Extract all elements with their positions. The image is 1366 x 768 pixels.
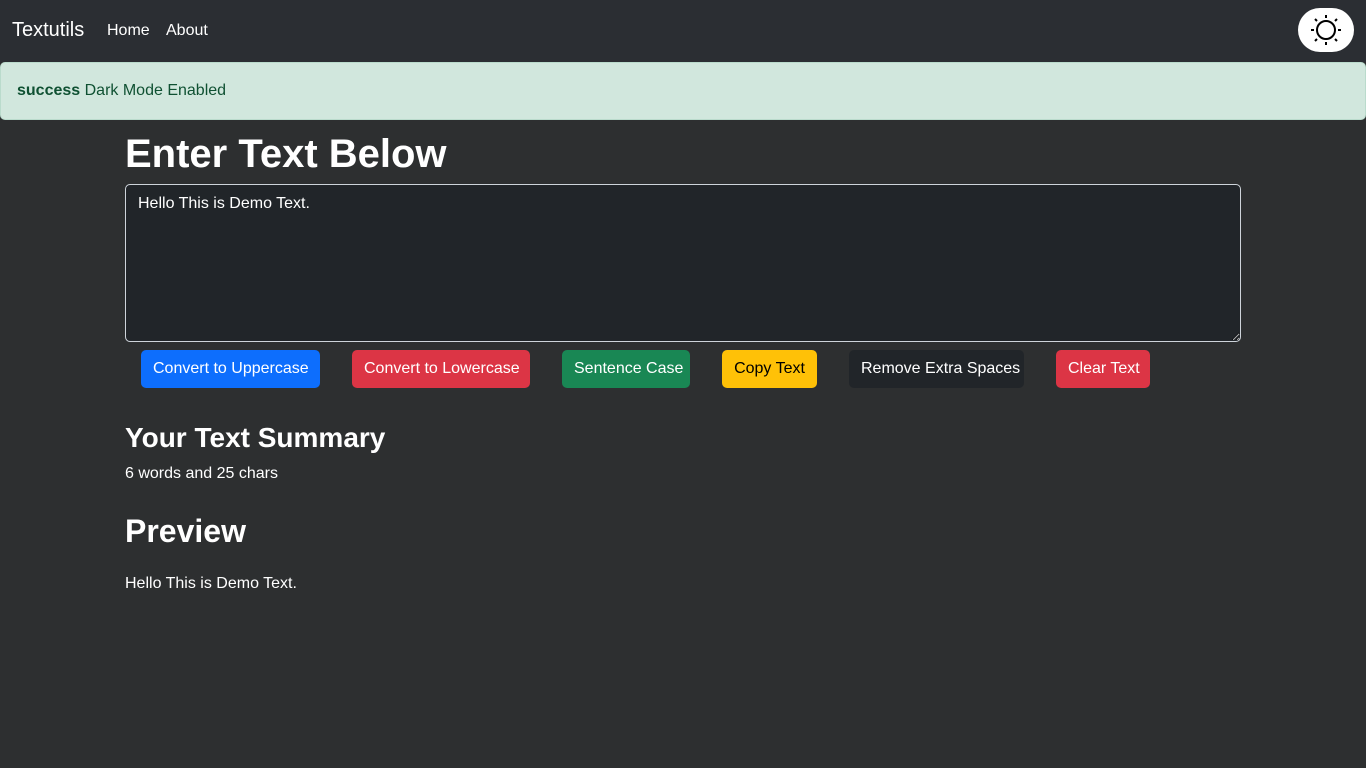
convert-uppercase-button[interactable]: Convert to Uppercase bbox=[141, 350, 320, 388]
preview-text: Hello This is Demo Text. bbox=[125, 575, 297, 592]
clear-text-button[interactable]: Clear Text bbox=[1056, 350, 1150, 388]
success-alert: success Dark Mode Enabled bbox=[0, 62, 1366, 120]
summary-heading: Your Text Summary bbox=[125, 422, 386, 453]
remove-extra-spaces-button[interactable]: Remove Extra Spaces bbox=[849, 350, 1024, 388]
convert-lowercase-button[interactable]: Convert to Lowercase bbox=[352, 350, 530, 388]
dark-mode-toggle[interactable] bbox=[1298, 8, 1354, 52]
page-title: Enter Text Below bbox=[125, 132, 447, 176]
sentence-case-button[interactable]: Sentence Case bbox=[562, 350, 690, 388]
summary-stats: 6 words and 25 chars bbox=[125, 465, 278, 482]
copy-text-button[interactable]: Copy Text bbox=[722, 350, 817, 388]
navbar: Textutils Home About bbox=[0, 0, 1366, 62]
nav-link-about[interactable]: About bbox=[166, 22, 208, 40]
preview-heading: Preview bbox=[125, 513, 246, 549]
nav-link-home[interactable]: Home bbox=[107, 22, 150, 40]
brand-link[interactable]: Textutils bbox=[12, 19, 84, 42]
text-input-area[interactable]: Hello This is Demo Text. bbox=[125, 184, 1241, 342]
sun-icon bbox=[1311, 15, 1341, 45]
alert-type: success bbox=[17, 82, 81, 99]
alert-message: Dark Mode Enabled bbox=[84, 82, 227, 99]
